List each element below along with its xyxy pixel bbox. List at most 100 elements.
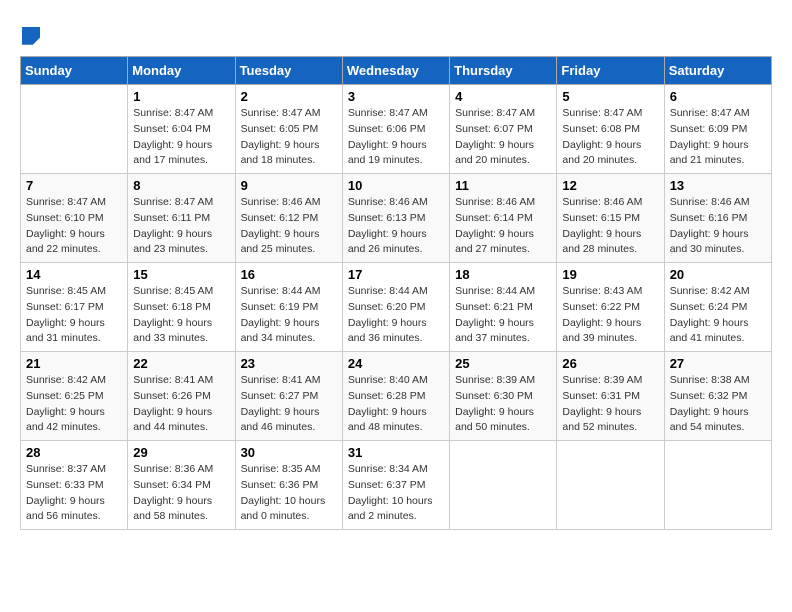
calendar-cell: 26 Sunrise: 8:39 AMSunset: 6:31 PMDayligh… [557, 352, 664, 441]
day-number: 24 [348, 356, 444, 371]
day-number: 2 [241, 89, 337, 104]
day-info: Sunrise: 8:40 AMSunset: 6:28 PMDaylight:… [348, 373, 444, 436]
day-info: Sunrise: 8:35 AMSunset: 6:36 PMDaylight:… [241, 462, 337, 525]
day-info: Sunrise: 8:45 AMSunset: 6:17 PMDaylight:… [26, 284, 122, 347]
day-number: 22 [133, 356, 229, 371]
day-number: 13 [670, 178, 766, 193]
calendar-cell: 7Sunrise: 8:47 AMSunset: 6:10 PMDaylight… [21, 174, 128, 263]
day-info: Sunrise: 8:41 AMSunset: 6:26 PMDaylight:… [133, 373, 229, 436]
day-info: Sunrise: 8:47 AMSunset: 6:08 PMDaylight:… [562, 106, 658, 169]
day-info: Sunrise: 8:47 AMSunset: 6:10 PMDaylight:… [26, 195, 122, 258]
day-number: 23 [241, 356, 337, 371]
day-info: Sunrise: 8:46 AMSunset: 6:16 PMDaylight:… [670, 195, 766, 258]
calendar-cell: 17 Sunrise: 8:44 AMSunset: 6:20 PMDayligh… [342, 263, 449, 352]
calendar-cell: 28 Sunrise: 8:37 AMSunset: 6:33 PMDayligh… [21, 441, 128, 530]
logo-icon [22, 27, 40, 45]
day-info: Sunrise: 8:47 AMSunset: 6:07 PMDaylight:… [455, 106, 551, 169]
day-info: Sunrise: 8:46 AMSunset: 6:14 PMDaylight:… [455, 195, 551, 258]
calendar-cell: 5 Sunrise: 8:47 AMSunset: 6:08 PMDaylight… [557, 85, 664, 174]
day-number: 11 [455, 178, 551, 193]
calendar-cell: 18Sunrise: 8:44 AMSunset: 6:21 PMDayligh… [450, 263, 557, 352]
calendar-cell: 9 Sunrise: 8:46 AMSunset: 6:12 PMDaylight… [235, 174, 342, 263]
day-number: 10 [348, 178, 444, 193]
calendar-cell [664, 441, 771, 530]
weekday-header-friday: Friday [557, 57, 664, 85]
day-number: 20 [670, 267, 766, 282]
day-number: 19 [562, 267, 658, 282]
day-number: 8 [133, 178, 229, 193]
calendar-cell [450, 441, 557, 530]
day-info: Sunrise: 8:44 AMSunset: 6:19 PMDaylight:… [241, 284, 337, 347]
calendar-cell: 20 Sunrise: 8:42 AMSunset: 6:24 PMDayligh… [664, 263, 771, 352]
calendar-cell: 23Sunrise: 8:41 AMSunset: 6:27 PMDayligh… [235, 352, 342, 441]
calendar-cell: 19 Sunrise: 8:43 AMSunset: 6:22 PMDayligh… [557, 263, 664, 352]
calendar-week-row: 28 Sunrise: 8:37 AMSunset: 6:33 PMDayligh… [21, 441, 772, 530]
calendar-cell: 15 Sunrise: 8:45 AMSunset: 6:18 PMDayligh… [128, 263, 235, 352]
day-number: 17 [348, 267, 444, 282]
weekday-header-thursday: Thursday [450, 57, 557, 85]
day-info: Sunrise: 8:46 AMSunset: 6:15 PMDaylight:… [562, 195, 658, 258]
day-info: Sunrise: 8:38 AMSunset: 6:32 PMDaylight:… [670, 373, 766, 436]
day-info: Sunrise: 8:34 AMSunset: 6:37 PMDaylight:… [348, 462, 444, 525]
day-number: 30 [241, 445, 337, 460]
calendar-week-row: 21Sunrise: 8:42 AMSunset: 6:25 PMDayligh… [21, 352, 772, 441]
day-info: Sunrise: 8:47 AMSunset: 6:06 PMDaylight:… [348, 106, 444, 169]
day-number: 28 [26, 445, 122, 460]
day-number: 12 [562, 178, 658, 193]
calendar-cell: 13 Sunrise: 8:46 AMSunset: 6:16 PMDayligh… [664, 174, 771, 263]
day-number: 25 [455, 356, 551, 371]
weekday-header-tuesday: Tuesday [235, 57, 342, 85]
day-number: 9 [241, 178, 337, 193]
calendar-cell: 21Sunrise: 8:42 AMSunset: 6:25 PMDayligh… [21, 352, 128, 441]
weekday-header-saturday: Saturday [664, 57, 771, 85]
calendar-week-row: 7Sunrise: 8:47 AMSunset: 6:10 PMDaylight… [21, 174, 772, 263]
day-info: Sunrise: 8:44 AMSunset: 6:20 PMDaylight:… [348, 284, 444, 347]
calendar: SundayMondayTuesdayWednesdayThursdayFrid… [20, 56, 772, 530]
logo [20, 20, 40, 46]
day-info: Sunrise: 8:43 AMSunset: 6:22 PMDaylight:… [562, 284, 658, 347]
calendar-cell [21, 85, 128, 174]
weekday-header-wednesday: Wednesday [342, 57, 449, 85]
calendar-cell: 29 Sunrise: 8:36 AMSunset: 6:34 PMDayligh… [128, 441, 235, 530]
calendar-header-row: SundayMondayTuesdayWednesdayThursdayFrid… [21, 57, 772, 85]
day-info: Sunrise: 8:39 AMSunset: 6:31 PMDaylight:… [562, 373, 658, 436]
day-info: Sunrise: 8:45 AMSunset: 6:18 PMDaylight:… [133, 284, 229, 347]
day-info: Sunrise: 8:36 AMSunset: 6:34 PMDaylight:… [133, 462, 229, 525]
calendar-week-row: 1 Sunrise: 8:47 AMSunset: 6:04 PMDaylight… [21, 85, 772, 174]
day-number: 15 [133, 267, 229, 282]
calendar-cell: 12 Sunrise: 8:46 AMSunset: 6:15 PMDayligh… [557, 174, 664, 263]
day-number: 6 [670, 89, 766, 104]
calendar-cell: 24 Sunrise: 8:40 AMSunset: 6:28 PMDayligh… [342, 352, 449, 441]
calendar-cell: 3 Sunrise: 8:47 AMSunset: 6:06 PMDaylight… [342, 85, 449, 174]
calendar-cell: 4 Sunrise: 8:47 AMSunset: 6:07 PMDaylight… [450, 85, 557, 174]
calendar-cell: 10 Sunrise: 8:46 AMSunset: 6:13 PMDayligh… [342, 174, 449, 263]
day-number: 29 [133, 445, 229, 460]
calendar-cell: 30 Sunrise: 8:35 AMSunset: 6:36 PMDayligh… [235, 441, 342, 530]
day-info: Sunrise: 8:47 AMSunset: 6:05 PMDaylight:… [241, 106, 337, 169]
calendar-cell: 1 Sunrise: 8:47 AMSunset: 6:04 PMDaylight… [128, 85, 235, 174]
day-number: 18 [455, 267, 551, 282]
day-number: 4 [455, 89, 551, 104]
calendar-cell: 2 Sunrise: 8:47 AMSunset: 6:05 PMDaylight… [235, 85, 342, 174]
day-info: Sunrise: 8:42 AMSunset: 6:24 PMDaylight:… [670, 284, 766, 347]
day-info: Sunrise: 8:37 AMSunset: 6:33 PMDaylight:… [26, 462, 122, 525]
day-info: Sunrise: 8:46 AMSunset: 6:13 PMDaylight:… [348, 195, 444, 258]
day-number: 16 [241, 267, 337, 282]
calendar-cell: 14 Sunrise: 8:45 AMSunset: 6:17 PMDayligh… [21, 263, 128, 352]
day-number: 3 [348, 89, 444, 104]
day-info: Sunrise: 8:47 AMSunset: 6:04 PMDaylight:… [133, 106, 229, 169]
day-info: Sunrise: 8:46 AMSunset: 6:12 PMDaylight:… [241, 195, 337, 258]
calendar-cell: 8 Sunrise: 8:47 AMSunset: 6:11 PMDaylight… [128, 174, 235, 263]
weekday-header-monday: Monday [128, 57, 235, 85]
day-number: 14 [26, 267, 122, 282]
day-number: 1 [133, 89, 229, 104]
page-header [20, 20, 772, 46]
day-info: Sunrise: 8:47 AMSunset: 6:11 PMDaylight:… [133, 195, 229, 258]
day-number: 31 [348, 445, 444, 460]
day-number: 5 [562, 89, 658, 104]
calendar-cell: 6 Sunrise: 8:47 AMSunset: 6:09 PMDaylight… [664, 85, 771, 174]
calendar-cell [557, 441, 664, 530]
day-info: Sunrise: 8:47 AMSunset: 6:09 PMDaylight:… [670, 106, 766, 169]
weekday-header-sunday: Sunday [21, 57, 128, 85]
day-number: 26 [562, 356, 658, 371]
